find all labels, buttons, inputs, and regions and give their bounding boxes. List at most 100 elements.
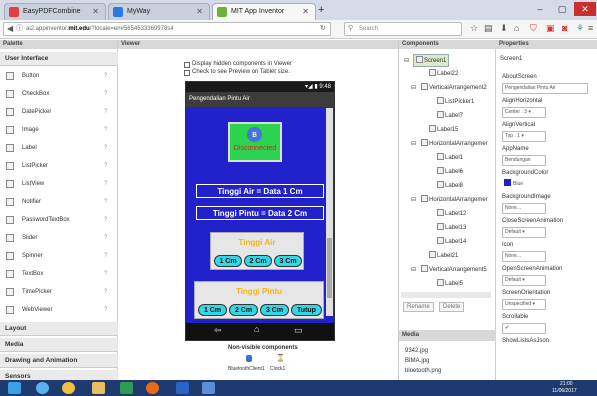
- help-icon[interactable]: ?: [104, 68, 107, 84]
- close-window-button[interactable]: ✕: [574, 2, 596, 16]
- clock-icon[interactable]: ⌛: [276, 354, 285, 362]
- component-node[interactable]: ⊟ Screen1: [404, 54, 450, 67]
- component-node[interactable]: Label7: [437, 110, 463, 123]
- reload-icon[interactable]: ↻: [320, 23, 326, 35]
- info-icon[interactable]: ⓘ: [16, 23, 23, 35]
- back-nav-icon[interactable]: ⇦: [214, 325, 222, 336]
- component-node[interactable]: Label6: [437, 166, 463, 179]
- component-node[interactable]: ListPicker1: [437, 96, 474, 109]
- palette-item-textbox[interactable]: TextBox?: [0, 266, 118, 282]
- recent-nav-icon[interactable]: ▭: [294, 325, 303, 336]
- air-2cm-button[interactable]: 2 Cm: [244, 255, 272, 267]
- property-value[interactable]: Unspecified ▾: [502, 299, 546, 310]
- collapse-icon[interactable]: ⊟: [404, 55, 409, 68]
- tab-myway[interactable]: MyWay ✕: [108, 3, 210, 20]
- close-tab-icon[interactable]: ✕: [92, 4, 99, 20]
- component-node[interactable]: ⊟ VerticalArrangement2: [411, 82, 487, 95]
- palette-item-listpicker[interactable]: ListPicker?: [0, 158, 118, 174]
- palette-item-datepicker[interactable]: DatePicker?: [0, 104, 118, 120]
- excel-icon[interactable]: [120, 382, 133, 394]
- start-icon[interactable]: [8, 382, 21, 394]
- component-node[interactable]: Label15: [429, 124, 458, 137]
- component-node[interactable]: Label1: [437, 152, 463, 165]
- menu-icon[interactable]: ≡: [588, 23, 593, 33]
- pintu-1cm-button[interactable]: 1 Cm: [198, 304, 227, 316]
- component-node[interactable]: ⊟ HorizontalArrangemer: [411, 194, 488, 207]
- help-icon[interactable]: ?: [104, 248, 107, 264]
- property-value[interactable]: Default ▾: [502, 227, 546, 238]
- property-value[interactable]: ✔: [502, 323, 546, 334]
- reading-list-icon[interactable]: ▤: [484, 23, 493, 34]
- help-icon[interactable]: ?: [104, 284, 107, 300]
- shield-icon[interactable]: ⛉: [530, 23, 537, 34]
- component-node[interactable]: Label5: [437, 278, 463, 291]
- collapse-icon[interactable]: ⊟: [411, 264, 416, 277]
- word-icon[interactable]: [176, 382, 189, 394]
- help-icon[interactable]: ?: [104, 230, 107, 246]
- media-item[interactable]: 9342.jpg: [405, 348, 428, 354]
- component-node[interactable]: Label13: [437, 222, 466, 235]
- chrome-icon[interactable]: [62, 382, 75, 394]
- pintu-tutup-button[interactable]: Tutup: [291, 304, 322, 316]
- home-icon[interactable]: ⌂: [514, 23, 519, 33]
- delete-button[interactable]: Delete: [439, 302, 465, 312]
- collapse-icon[interactable]: ⊟: [411, 82, 416, 95]
- help-icon[interactable]: ?: [104, 266, 107, 282]
- palette-item-webviewer[interactable]: WebViewer?: [0, 302, 118, 318]
- help-icon[interactable]: ?: [104, 302, 107, 318]
- air-1cm-button[interactable]: 1 Cm: [214, 255, 242, 267]
- components-hscrollbar[interactable]: [401, 292, 491, 298]
- property-value[interactable]: Center : 3 ▾: [502, 107, 546, 118]
- collapse-icon[interactable]: ⊟: [411, 138, 416, 151]
- media-item[interactable]: BIMA.jpg: [405, 358, 429, 364]
- download-icon[interactable]: ⬇: [500, 23, 508, 34]
- palette-item-notifier[interactable]: Notifier?: [0, 194, 118, 210]
- maximize-button[interactable]: ▢: [552, 2, 572, 16]
- palette-item-timepicker[interactable]: TimePicker?: [0, 284, 118, 300]
- scrollbar-thumb[interactable]: [327, 238, 332, 298]
- palette-item-listview[interactable]: ListView?: [0, 176, 118, 192]
- help-icon[interactable]: ?: [104, 86, 107, 102]
- help-icon[interactable]: ?: [104, 140, 107, 156]
- paint-icon[interactable]: [202, 382, 215, 394]
- firefox-icon[interactable]: [146, 382, 159, 394]
- property-value[interactable]: Pengendalian Pintu Air: [502, 83, 588, 94]
- category-drawing-animation[interactable]: Drawing and Animation: [0, 354, 118, 368]
- air-3cm-button[interactable]: 3 Cm: [274, 255, 302, 267]
- palette-item-checkbox[interactable]: CheckBox?: [0, 86, 118, 102]
- property-value[interactable]: Blue: [502, 179, 546, 190]
- palette-item-button[interactable]: Button?: [0, 68, 118, 84]
- tablet-preview-checkbox[interactable]: [184, 70, 190, 76]
- property-value[interactable]: None...: [502, 251, 546, 262]
- minimize-button[interactable]: –: [530, 2, 550, 16]
- palette-item-image[interactable]: Image?: [0, 122, 118, 138]
- palette-item-slider[interactable]: Slider?: [0, 230, 118, 246]
- help-icon[interactable]: ?: [104, 212, 107, 228]
- palette-item-spinner[interactable]: Spinner?: [0, 248, 118, 264]
- back-icon[interactable]: ◀: [7, 23, 13, 35]
- category-user-interface[interactable]: User Interface: [0, 52, 118, 66]
- ad-icon[interactable]: ◙: [562, 23, 567, 33]
- extension-icon[interactable]: ⚘: [576, 23, 584, 34]
- pintu-2cm-button[interactable]: 2 Cm: [229, 304, 258, 316]
- help-icon[interactable]: ?: [104, 122, 107, 138]
- media-item[interactable]: bluetooth.png: [405, 368, 441, 374]
- display-hidden-checkbox[interactable]: [184, 62, 190, 68]
- folder-icon[interactable]: [92, 382, 105, 394]
- component-node[interactable]: Label22: [429, 68, 458, 81]
- address-bar[interactable]: ◀ ⓘ ai2.appinventor.mit.edu/?locale=en#5…: [3, 22, 331, 36]
- category-media[interactable]: Media: [0, 338, 118, 352]
- tab-mit-app-inventor[interactable]: MIT App Inventor ✕: [212, 3, 316, 20]
- phone-scrollbar[interactable]: [326, 108, 333, 316]
- property-value[interactable]: Default ▾: [502, 275, 546, 286]
- star-icon[interactable]: ☆: [470, 23, 478, 34]
- component-node[interactable]: Label21: [429, 250, 458, 263]
- component-node[interactable]: ⊟ HorizontalArrangemer: [411, 138, 488, 151]
- component-node[interactable]: ⊟ VerticalArrangement5: [411, 264, 487, 277]
- collapse-icon[interactable]: ⊟: [411, 194, 416, 207]
- help-icon[interactable]: ?: [104, 176, 107, 192]
- tab-easypdfcombine[interactable]: EasyPDFCombine ✕: [4, 3, 106, 20]
- component-node[interactable]: Label8: [437, 180, 463, 193]
- help-icon[interactable]: ?: [104, 158, 107, 174]
- property-value[interactable]: Top : 1 ▾: [502, 131, 546, 142]
